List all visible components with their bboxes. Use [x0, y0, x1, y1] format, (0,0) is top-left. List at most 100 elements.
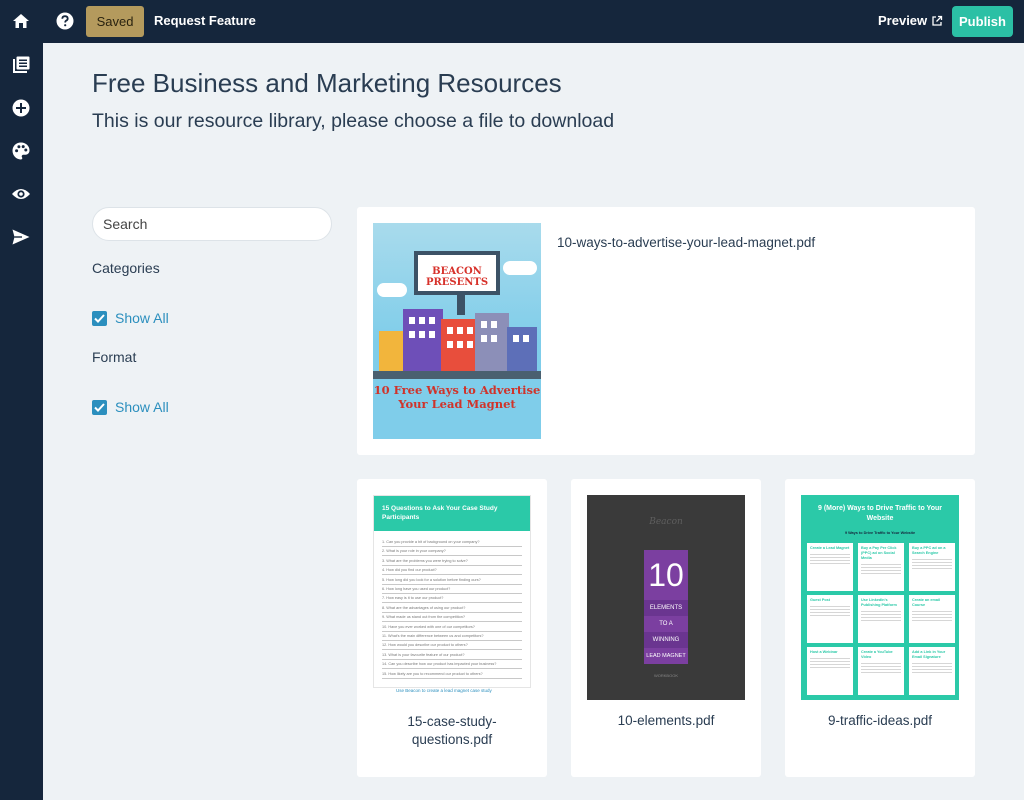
- cover-cell-line: [810, 606, 850, 607]
- cover-cell-line: [861, 617, 901, 618]
- cover-cell-line: [810, 615, 850, 616]
- cover-cell-line: [861, 564, 901, 565]
- add-icon[interactable]: [10, 97, 32, 119]
- cover-question: 4. How did you find our product?: [382, 568, 437, 573]
- cover-question: 15. How likely are you to recommend our …: [382, 671, 483, 676]
- cover-question: 14. Can you describe how our product has…: [382, 662, 497, 667]
- cover-banner-text: BEACON PRESENTS: [425, 266, 489, 288]
- cover-cell-title: Create an email Course: [912, 598, 941, 607]
- resource-card[interactable]: 15 Questions to Ask Your Case Study Part…: [357, 479, 547, 777]
- categories-show-all-label: Show All: [115, 310, 169, 326]
- resource-file-name[interactable]: 10-elements.pdf: [571, 713, 761, 728]
- cover-answer-line: [382, 677, 522, 679]
- sidebar: [0, 43, 43, 800]
- checkbox-checked-icon: [92, 310, 107, 326]
- cover-cell-line: [861, 573, 901, 574]
- cover-cell: Add a Link in Your Email Signature: [909, 647, 955, 695]
- eye-icon[interactable]: [10, 183, 32, 205]
- cover-question: 10. Have you ever worked with one of our…: [382, 624, 475, 629]
- cover-cell-line: [810, 661, 850, 662]
- cover-cell-line: [912, 559, 952, 560]
- cover-answer-line: [382, 555, 522, 557]
- cover-answer-line: [382, 602, 522, 604]
- help-icon[interactable]: [54, 10, 76, 32]
- cover-answer-line: [382, 546, 522, 547]
- cover-answer-line: [382, 668, 522, 670]
- cover-question: 7. How easy is it to use our product?: [382, 596, 444, 601]
- cover-logo: Beacon: [649, 517, 683, 527]
- external-link-icon: [932, 15, 943, 26]
- cover-cell-line: [912, 568, 952, 569]
- cover-question: 2. What is your role in your company?: [382, 549, 446, 554]
- cover-cell-line: [912, 666, 952, 667]
- cover-question: 8. What are the advantages of using our …: [382, 605, 466, 610]
- cover-word: LEAD MAGNET: [644, 648, 688, 664]
- publish-button[interactable]: Publish: [952, 6, 1013, 37]
- categories-heading: Categories: [92, 260, 160, 276]
- cover-cell: Buy a PPC ad on a Search Engine: [909, 543, 955, 591]
- billboard-post: [457, 295, 465, 315]
- cover-question: 13. What is your favourite feature of ou…: [382, 652, 465, 657]
- cover-question: 3. What are the problems you were trying…: [382, 558, 468, 563]
- cover-cell: Create an email Course: [909, 595, 955, 643]
- cover-billboard: BEACON PRESENTS: [414, 251, 500, 295]
- cover-word: ELEMENTS: [644, 600, 688, 616]
- resource-thumbnail[interactable]: 9 (More) Ways to Drive Traffic to Your W…: [801, 495, 959, 700]
- cover-word: TO A: [644, 616, 688, 632]
- resource-file-name[interactable]: 10-ways-to-advertise-your-lead-magnet.pd…: [557, 235, 815, 250]
- cover-cell-line: [810, 557, 850, 558]
- pages-icon[interactable]: [10, 54, 32, 76]
- preview-link[interactable]: Preview: [878, 13, 943, 28]
- cover-cell-line: [912, 663, 952, 664]
- categories-show-all-checkbox[interactable]: Show All: [92, 310, 169, 326]
- cover-cell-line: [861, 669, 901, 670]
- cover-answer-line: [382, 649, 522, 651]
- cover-cell-line: [912, 611, 952, 612]
- search-input[interactable]: [92, 207, 332, 241]
- resource-card[interactable]: 9 (More) Ways to Drive Traffic to Your W…: [785, 479, 975, 777]
- resource-card[interactable]: BEACON PRESENTS 10 Free Ways to Advertis…: [357, 207, 975, 455]
- saved-button[interactable]: Saved: [86, 6, 144, 37]
- cover-cell-line: [912, 562, 952, 563]
- cover-answer-line: [382, 574, 522, 576]
- cover-question: 5. How long did you look for a solution …: [382, 577, 481, 582]
- home-icon[interactable]: [10, 10, 32, 32]
- resource-thumbnail[interactable]: 15 Questions to Ask Your Case Study Part…: [373, 495, 531, 693]
- cover-cell-title: Create a YouTube Video: [861, 650, 893, 659]
- resource-file-name[interactable]: 9-traffic-ideas.pdf: [785, 713, 975, 728]
- cover-cell-line: [861, 620, 901, 621]
- cover-cell-line: [912, 672, 952, 673]
- cover-cell-line: [912, 565, 952, 566]
- cover-cell-line: [861, 567, 901, 568]
- cover-cell-line: [912, 614, 952, 615]
- cover-cell-line: [810, 612, 850, 613]
- cover-cell-line: [810, 664, 850, 665]
- cover-cell-line: [861, 611, 901, 612]
- cover-answer-line: [382, 564, 522, 566]
- cover-cell: Host a Webinar: [807, 647, 853, 695]
- cover-question: 1. Can you provide a bit of background o…: [382, 540, 480, 544]
- cover-cell-line: [861, 570, 901, 571]
- cover-answer-line: [382, 630, 522, 632]
- resource-thumbnail[interactable]: BEACON PRESENTS 10 Free Ways to Advertis…: [373, 223, 541, 439]
- cover-cell-title: Create a Lead Magnet: [810, 546, 850, 550]
- cover-cell: Create a YouTube Video: [858, 647, 904, 695]
- cover-cell-title: Buy a Pay Per Click (PPC) ad on Social M…: [861, 546, 897, 560]
- page-title: Free Business and Marketing Resources: [92, 68, 562, 98]
- cover-cell-line: [810, 560, 850, 561]
- cover-answer-line: [382, 593, 522, 594]
- cover-answer-line: [382, 611, 522, 613]
- cover-number: 10: [644, 550, 688, 600]
- request-feature-link[interactable]: Request Feature: [154, 13, 256, 28]
- format-show-all-label: Show All: [115, 399, 169, 415]
- cover-cell-line: [912, 620, 952, 621]
- send-icon[interactable]: [10, 226, 32, 248]
- cover-cell: Create a Lead Magnet: [807, 543, 853, 591]
- cover-title: 15 Questions to Ask Your Case Study Part…: [374, 496, 530, 531]
- resource-card[interactable]: Beacon 10 ELEMENTS TO A WINNING LEAD MAG…: [571, 479, 761, 777]
- cover-answer-line: [382, 621, 522, 623]
- resource-file-name[interactable]: 15-case-study-questions.pdf: [357, 713, 547, 749]
- format-show-all-checkbox[interactable]: Show All: [92, 399, 169, 415]
- palette-icon[interactable]: [10, 140, 32, 162]
- resource-thumbnail[interactable]: Beacon 10 ELEMENTS TO A WINNING LEAD MAG…: [587, 495, 745, 700]
